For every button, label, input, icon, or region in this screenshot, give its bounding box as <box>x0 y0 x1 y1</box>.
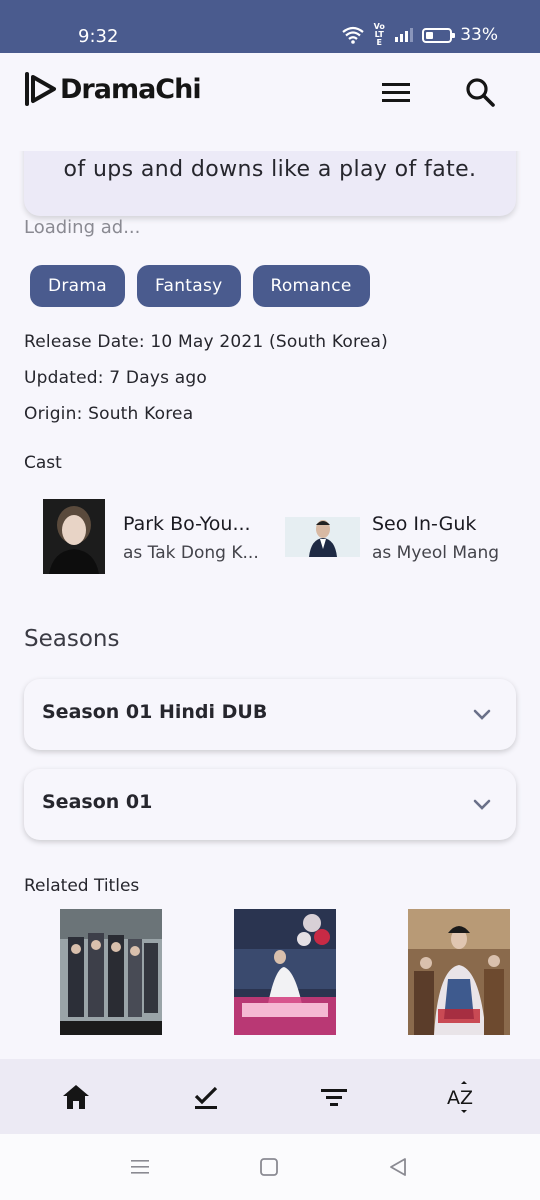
chevron-down-icon <box>473 709 491 720</box>
season-label: Season 01 Hindi DUB <box>42 701 268 723</box>
cast-member[interactable]: Park Bo-You... as Tak Dong K... <box>43 499 273 574</box>
recents-menu-icon <box>131 1160 149 1174</box>
system-nav-bar <box>0 1134 540 1200</box>
genre-chip-drama[interactable]: Drama <box>30 265 125 307</box>
season-label: Season 01 <box>42 791 153 813</box>
nav-watched-button[interactable] <box>190 1081 222 1113</box>
season-item[interactable]: Season 01 <box>24 769 516 840</box>
play-logo-icon <box>25 72 56 106</box>
release-date: Release Date: 10 May 2021 (South Korea) <box>24 332 388 352</box>
cast-name: Park Bo-You... <box>123 513 251 535</box>
nav-filter-button[interactable] <box>318 1081 350 1113</box>
search-icon <box>466 78 495 107</box>
cast-photo <box>285 499 360 574</box>
home-square-icon <box>260 1158 278 1176</box>
menu-button[interactable] <box>380 77 412 107</box>
sort-az-label: AZ <box>447 1087 473 1109</box>
genre-chip-romance[interactable]: Romance <box>252 265 370 307</box>
seasons-title: Seasons <box>24 626 120 652</box>
cellular-signal-icon <box>395 28 414 42</box>
bottom-nav: AZ <box>0 1059 540 1134</box>
system-home-button[interactable] <box>258 1156 280 1178</box>
system-back-button[interactable] <box>387 1156 409 1178</box>
related-titles-label: Related Titles <box>24 876 140 896</box>
poster-image <box>408 909 510 1035</box>
related-poster[interactable] <box>408 909 510 1035</box>
origin-info: Origin: South Korea <box>24 404 194 424</box>
cast-photo <box>43 499 105 574</box>
related-poster[interactable] <box>60 909 162 1035</box>
search-button[interactable] <box>463 75 497 109</box>
status-icons: Vo LTE 33% <box>342 23 498 47</box>
app-header: DramaChi <box>0 53 540 151</box>
back-triangle-icon <box>390 1158 406 1176</box>
cast-label: Cast <box>24 453 62 473</box>
nav-home-button[interactable] <box>60 1081 92 1113</box>
updated-info: Updated: 7 Days ago <box>24 368 207 388</box>
wifi-icon <box>342 26 364 44</box>
check-icon <box>194 1086 218 1109</box>
filter-icon <box>321 1089 347 1106</box>
sort-az-icon: AZ <box>447 1081 473 1113</box>
home-icon <box>63 1085 89 1109</box>
status-bar: 9:32 Vo LTE 33% <box>0 0 540 53</box>
ad-loading-text: Loading ad... <box>24 217 141 238</box>
poster-image <box>60 909 162 1035</box>
genre-chip-fantasy[interactable]: Fantasy <box>136 265 241 307</box>
content-scroll-area[interactable]: of ups and downs like a play of fate. Lo… <box>0 151 540 1059</box>
system-recents-button[interactable] <box>129 1156 151 1178</box>
app-logo[interactable]: DramaChi <box>24 71 202 107</box>
synopsis-card[interactable]: of ups and downs like a play of fate. <box>24 151 516 216</box>
cast-role: as Tak Dong K... <box>123 543 259 563</box>
status-time: 9:32 <box>78 26 119 47</box>
genre-chips: Drama Fantasy Romance <box>30 265 370 307</box>
poster-image <box>234 909 336 1035</box>
battery-level <box>426 31 434 39</box>
nav-sort-button[interactable]: AZ <box>446 1081 482 1113</box>
synopsis-text: of ups and downs like a play of fate. <box>63 157 477 182</box>
battery-icon <box>422 27 456 43</box>
cast-role: as Myeol Mang <box>372 543 500 563</box>
season-item[interactable]: Season 01 Hindi DUB <box>24 679 516 750</box>
cast-name: Seo In-Guk <box>372 513 477 535</box>
chevron-down-icon <box>473 799 491 810</box>
app-name: DramaChi <box>60 73 202 105</box>
hamburger-menu-icon <box>382 83 410 102</box>
related-poster[interactable] <box>234 909 336 1035</box>
battery-percent: 33% <box>460 25 498 45</box>
cast-member[interactable]: Seo In-Guk as Myeol Mang <box>285 499 525 574</box>
volte-label: Vo LTE <box>373 22 385 47</box>
